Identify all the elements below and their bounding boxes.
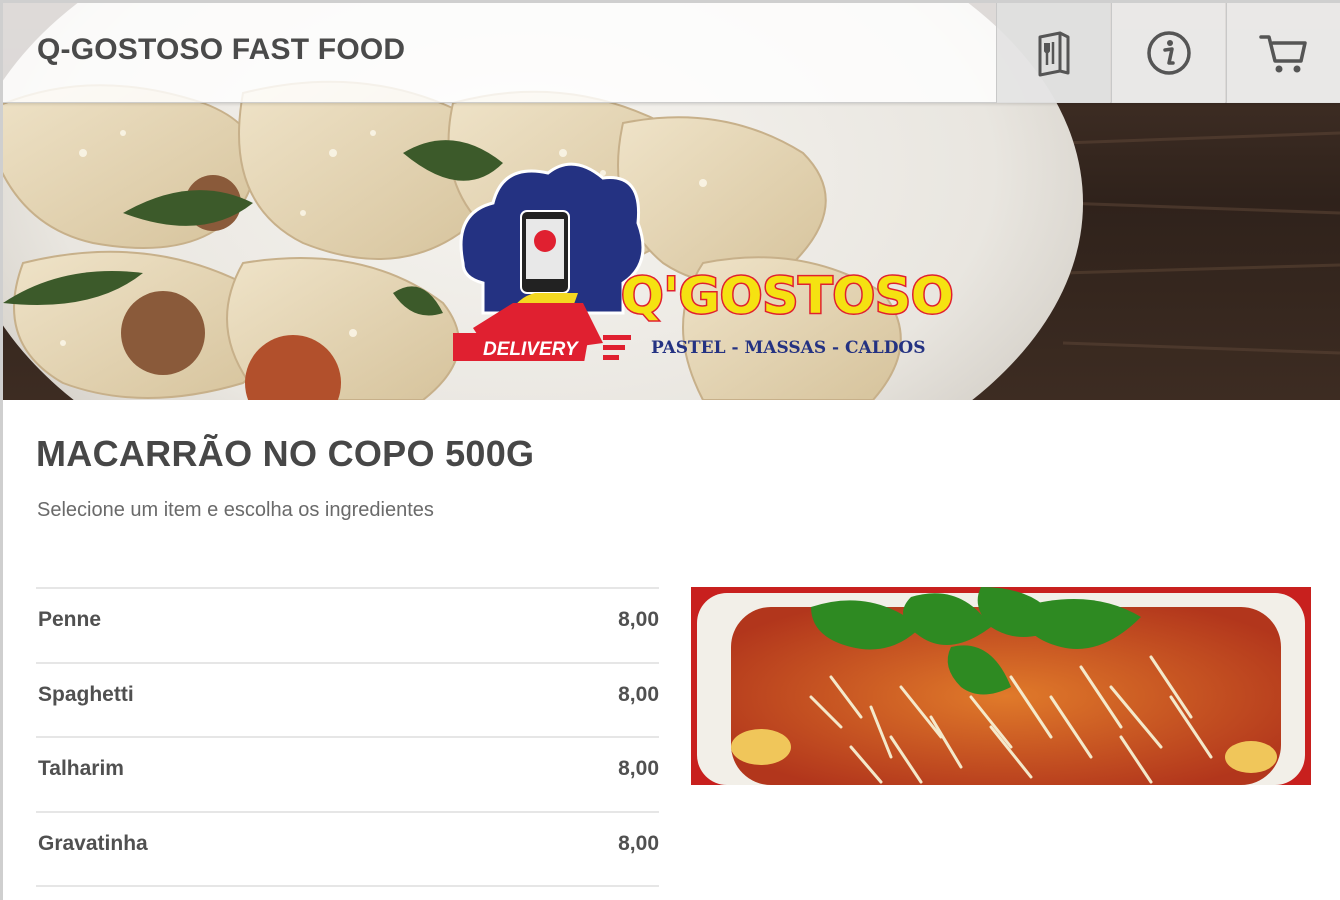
list-item[interactable]: Spaghetti 8,00: [36, 664, 659, 738]
item-name: Gravatinha: [38, 831, 148, 855]
info-button[interactable]: [1111, 3, 1225, 103]
pasta-cup-image: [691, 587, 1311, 785]
list-item[interactable]: Talharim 8,00: [36, 738, 659, 813]
app-title: Q-GOSTOSO FAST FOOD: [37, 33, 406, 66]
logo-brand-name: Q'GOSTOSO: [621, 267, 954, 325]
item-list: Penne 8,00 Spaghetti 8,00 Talharim 8,00 …: [36, 587, 659, 887]
list-item[interactable]: Gravatinha 8,00: [36, 813, 659, 887]
info-icon: [1146, 31, 1191, 75]
menu-button[interactable]: [996, 3, 1110, 103]
logo-delivery-badge: DELIVERY: [483, 339, 580, 360]
hero-banner: DELIVERY Q'GOSTOSO PASTEL - MASSAS - CAL…: [3, 3, 1340, 400]
item-price: 8,00: [618, 757, 659, 780]
cart-button[interactable]: [1226, 3, 1340, 103]
item-price: 8,00: [618, 831, 659, 855]
item-name: Penne: [38, 608, 102, 631]
item-price: 8,00: [618, 608, 659, 631]
dish-photo: [691, 587, 1311, 785]
cart-icon: [1258, 35, 1307, 73]
item-name: Spaghetti: [38, 682, 134, 706]
menu-book-icon: [1038, 31, 1069, 77]
item-price: 8,00: [618, 682, 659, 706]
app-window: DELIVERY Q'GOSTOSO PASTEL - MASSAS - CAL…: [0, 0, 1340, 900]
category-subtitle: Selecione um item e escolha os ingredien…: [37, 499, 434, 521]
logo-tagline: PASTEL - MASSAS - CALDOS: [651, 338, 926, 358]
item-name: Talharim: [38, 757, 124, 780]
list-item[interactable]: Penne 8,00: [36, 589, 659, 664]
top-bar: Q-GOSTOSO FAST FOOD: [3, 3, 1340, 103]
category-title: MACARRÃO NO COPO 500G: [36, 433, 535, 474]
brand-logo: DELIVERY Q'GOSTOSO PASTEL - MASSAS - CAL…: [453, 162, 955, 361]
